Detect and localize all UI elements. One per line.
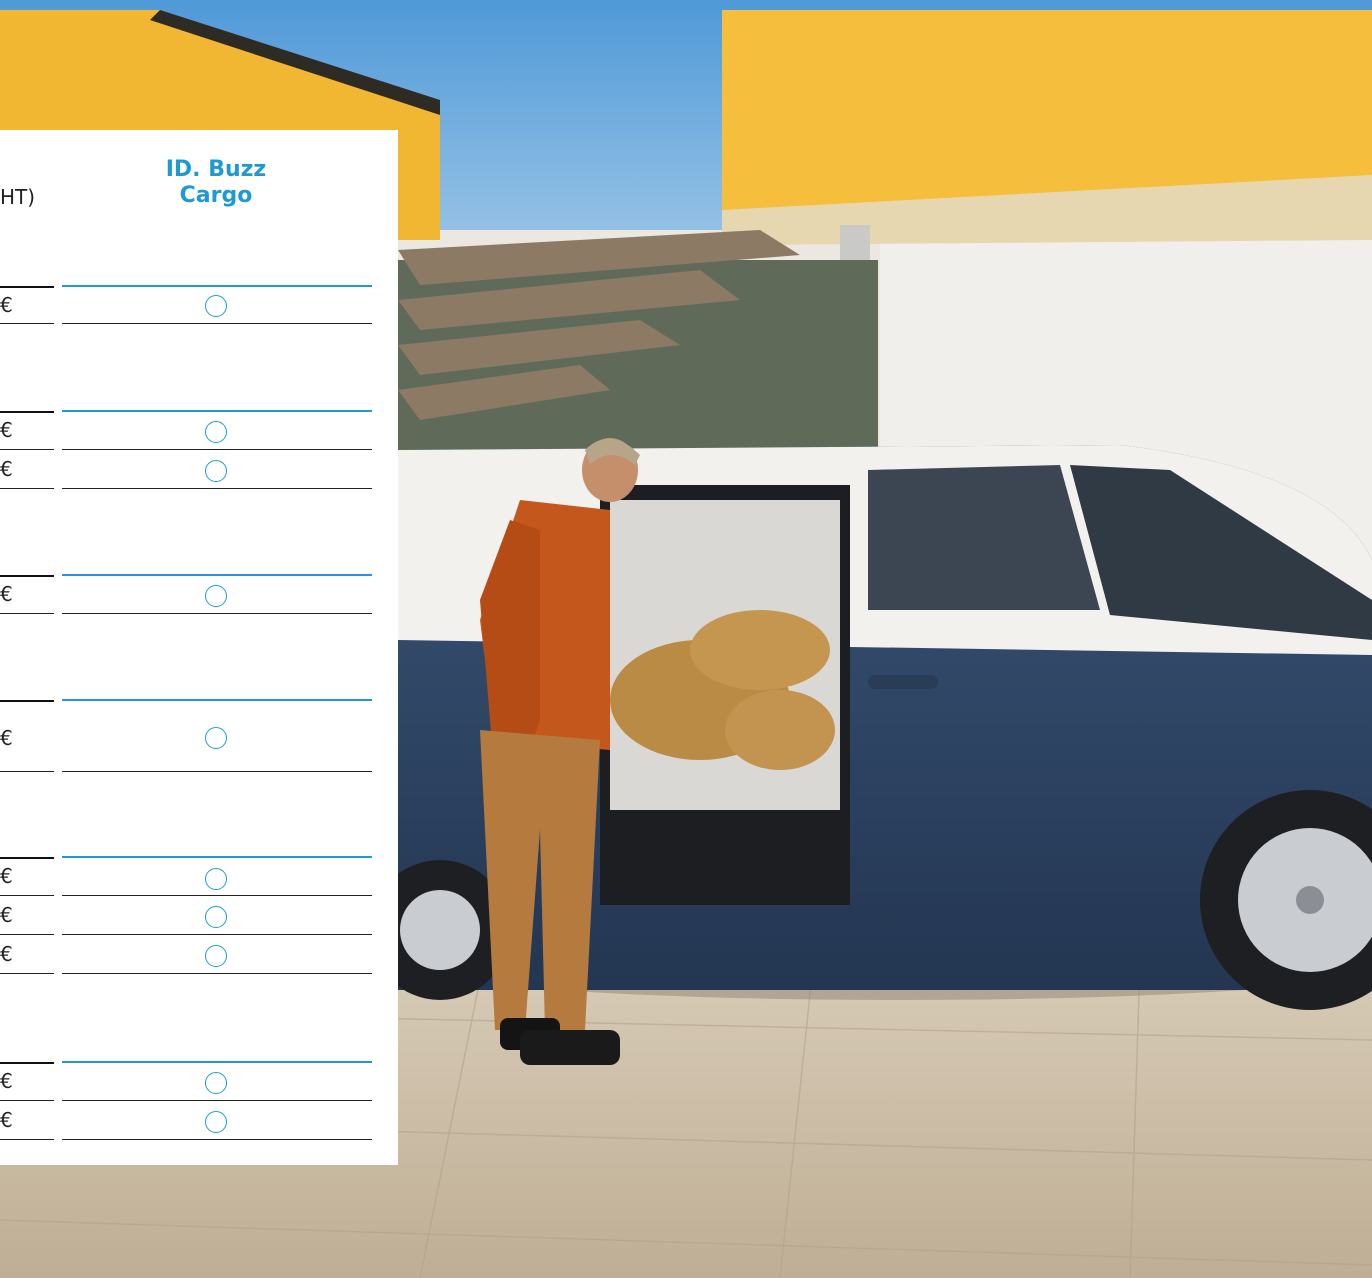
divider xyxy=(0,1139,54,1140)
price-value: € xyxy=(0,903,13,927)
option-radio[interactable] xyxy=(205,421,227,443)
table-row: € xyxy=(0,1061,372,1101)
divider xyxy=(62,699,372,701)
table-row: € xyxy=(0,699,372,772)
divider xyxy=(62,410,372,412)
price-value: € xyxy=(0,293,13,317)
price-value: € xyxy=(0,1069,13,1093)
divider xyxy=(62,285,372,287)
divider xyxy=(0,286,54,288)
table-row: € xyxy=(0,450,372,489)
option-radio[interactable] xyxy=(205,460,227,482)
divider xyxy=(0,323,54,324)
table-row: € xyxy=(0,1101,372,1140)
price-value: € xyxy=(0,418,13,442)
option-radio[interactable] xyxy=(205,585,227,607)
divider xyxy=(62,574,372,576)
price-value: € xyxy=(0,942,13,966)
divider xyxy=(0,613,54,614)
price-header-label: HT) xyxy=(0,185,36,209)
price-value: € xyxy=(0,1108,13,1132)
table-row: € xyxy=(0,896,372,935)
model-column-header: ID. Buzz Cargo xyxy=(150,157,282,209)
divider xyxy=(0,857,54,859)
table-row: € xyxy=(0,574,372,614)
divider xyxy=(62,1139,372,1140)
divider xyxy=(0,973,54,974)
divider xyxy=(62,323,372,324)
divider xyxy=(0,575,54,577)
price-value: € xyxy=(0,726,13,750)
divider xyxy=(62,1061,372,1063)
price-value: € xyxy=(0,582,13,606)
table-row: € xyxy=(0,410,372,450)
option-radio[interactable] xyxy=(205,945,227,967)
option-radio[interactable] xyxy=(205,1111,227,1133)
table-row: € xyxy=(0,856,372,896)
table-row: € xyxy=(0,285,372,324)
divider xyxy=(0,488,54,489)
option-radio[interactable] xyxy=(205,1072,227,1094)
divider xyxy=(62,613,372,614)
divider xyxy=(0,700,54,702)
model-name-line1: ID. Buzz xyxy=(165,157,267,182)
model-name-line2: Cargo xyxy=(179,183,253,208)
option-radio[interactable] xyxy=(205,727,227,749)
divider xyxy=(62,488,372,489)
divider xyxy=(62,771,372,772)
option-radio[interactable] xyxy=(205,295,227,317)
table-row: € xyxy=(0,935,372,974)
option-radio[interactable] xyxy=(205,906,227,928)
price-value: € xyxy=(0,457,13,481)
divider xyxy=(0,411,54,413)
divider xyxy=(62,973,372,974)
divider xyxy=(0,771,54,772)
divider xyxy=(62,856,372,858)
divider xyxy=(0,1062,54,1064)
option-radio[interactable] xyxy=(205,868,227,890)
price-value: € xyxy=(0,864,13,888)
